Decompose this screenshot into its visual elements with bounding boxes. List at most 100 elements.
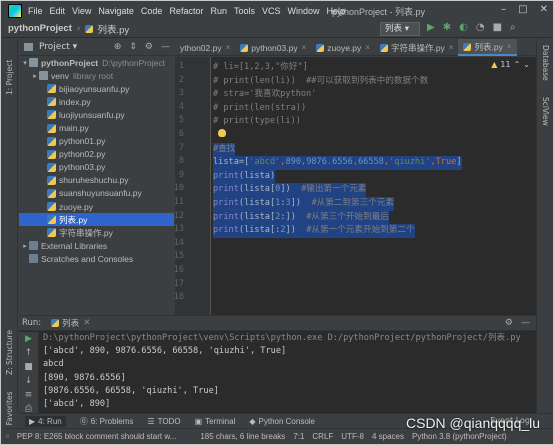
stop-icon[interactable]: ■ bbox=[19, 360, 38, 374]
tool-tab[interactable]: ▶ 4: Run bbox=[25, 415, 66, 427]
code-line[interactable]: print(lista[2:]) #从第三个开始到最后 bbox=[213, 210, 389, 225]
chevron-right-icon[interactable]: ▸ bbox=[31, 72, 39, 80]
code-line[interactable]: # li=[1,2,3,"你好"] bbox=[213, 61, 308, 75]
code-line[interactable]: print(lista) bbox=[213, 169, 276, 184]
close-tab-icon[interactable]: × bbox=[449, 43, 454, 52]
file-encoding[interactable]: UTF-8 bbox=[341, 432, 364, 441]
hide-icon[interactable]: — bbox=[161, 42, 170, 52]
sciview-tool-tab[interactable]: SciView bbox=[541, 97, 550, 126]
menu-edit[interactable]: Edit bbox=[50, 6, 66, 16]
tree-item[interactable]: ▸ External Libraries bbox=[19, 239, 174, 252]
chevron-down-icon[interactable]: ▾ bbox=[21, 59, 29, 67]
editor-tab[interactable]: python03.py × bbox=[235, 39, 311, 56]
code-line[interactable]: # print(len(stra)) bbox=[213, 102, 306, 116]
run-configuration-select[interactable]: 列表 ▾ bbox=[380, 22, 420, 36]
code-line[interactable]: print(lista[0]) #输出第一个元素 bbox=[213, 183, 367, 197]
status-message[interactable]: PEP 8: E265 block comment should start w… bbox=[17, 432, 177, 441]
editor-tab[interactable]: 字符串操作.py × bbox=[375, 39, 459, 56]
menu-file[interactable]: File bbox=[28, 6, 43, 16]
tree-item[interactable]: index.py bbox=[19, 95, 174, 108]
close-tab-icon[interactable]: × bbox=[226, 43, 231, 52]
tree-item[interactable]: bijiaoyunsuanfu.py bbox=[19, 82, 174, 95]
close-button[interactable]: ✕ bbox=[540, 4, 548, 15]
code-line[interactable]: # print(len(li)) ##可以获取到列表中的数据个数 bbox=[213, 75, 428, 89]
project-view-selector[interactable]: Project ▾ bbox=[39, 42, 77, 52]
stop-icon[interactable]: ■ bbox=[493, 22, 502, 33]
breadcrumb-file[interactable]: 列表.py bbox=[97, 22, 129, 36]
debug-icon[interactable]: ✱ bbox=[443, 22, 451, 33]
menu-navigate[interactable]: Navigate bbox=[98, 6, 134, 16]
minimize-button[interactable]: – bbox=[501, 4, 506, 15]
maximize-button[interactable]: □ bbox=[518, 4, 527, 15]
tree-item[interactable]: python01.py bbox=[19, 135, 174, 148]
next-issue-icon[interactable]: ⌄ bbox=[523, 60, 530, 69]
tool-tab[interactable]: ⓪ 6: Problems bbox=[80, 416, 134, 427]
up-arrow-icon[interactable]: ↑ bbox=[19, 346, 38, 360]
menu-code[interactable]: Code bbox=[141, 6, 163, 16]
inspection-widget[interactable]: ▲ 11 ⌃ ⌄ bbox=[491, 60, 530, 69]
menu-tools[interactable]: Tools bbox=[234, 6, 255, 16]
code-line[interactable]: print(lista[1:3]) #从第二到第三个元素 bbox=[213, 197, 394, 211]
menu-run[interactable]: Run bbox=[210, 6, 227, 16]
menu-vcs[interactable]: VCS bbox=[262, 6, 281, 16]
menu-window[interactable]: Window bbox=[288, 6, 320, 16]
code-line[interactable]: # print(type(li)) bbox=[213, 115, 301, 129]
interpreter-selector[interactable]: Python 3.8 (pythonProject) bbox=[412, 432, 507, 441]
hide-icon[interactable]: — bbox=[521, 318, 530, 328]
code-line[interactable]: lista=['abcd',890,9876.6556,66558,'qiuzh… bbox=[213, 156, 462, 170]
settings-gear-icon[interactable]: ⚙ bbox=[505, 318, 513, 328]
tree-item[interactable]: python02.py bbox=[19, 148, 174, 161]
tree-item[interactable]: ▸ venv library root bbox=[19, 69, 174, 82]
tree-item[interactable]: zuoye.py bbox=[19, 200, 174, 213]
soft-wrap-icon[interactable]: ≡ bbox=[19, 388, 38, 402]
structure-tool-tab[interactable]: Z: Structure bbox=[5, 330, 14, 375]
tool-tab[interactable]: ☰ TODO bbox=[147, 417, 180, 426]
tree-item[interactable]: 列表.py bbox=[19, 213, 174, 227]
line-separator[interactable]: CRLF bbox=[312, 432, 333, 441]
editor-tab[interactable]: 列表.py × bbox=[458, 39, 517, 56]
collapse-icon[interactable]: ⇕ bbox=[129, 42, 137, 52]
run-icon[interactable]: ▶ bbox=[427, 22, 435, 33]
menu-refactor[interactable]: Refactor bbox=[169, 6, 203, 16]
code-line[interactable]: print(lista[:2]) #从第一个元素开始到第二个 bbox=[213, 224, 415, 238]
code-line[interactable]: # stra='我喜欢python' bbox=[213, 88, 316, 102]
settings-gear-icon[interactable]: ⚙ bbox=[145, 42, 153, 52]
menu-view[interactable]: View bbox=[72, 6, 91, 16]
python-file-icon bbox=[47, 202, 56, 212]
rerun-icon[interactable]: ▶ bbox=[19, 332, 38, 346]
tree-item[interactable]: Scratches and Consoles bbox=[19, 252, 174, 265]
run-tab[interactable]: 列表 ✕ bbox=[51, 317, 90, 329]
indent-setting[interactable]: 4 spaces bbox=[372, 432, 404, 441]
console-command-line: D:\pythonProject\pythonProject\venv\Scri… bbox=[43, 333, 521, 343]
tool-tab[interactable]: ▣ Terminal bbox=[195, 417, 236, 426]
tree-item[interactable]: ▾ pythonProject D:\pythonProject bbox=[19, 56, 174, 69]
close-tab-icon[interactable]: × bbox=[302, 43, 307, 52]
tree-item[interactable]: main.py bbox=[19, 121, 174, 134]
close-tab-icon[interactable]: × bbox=[507, 42, 512, 51]
coverage-icon[interactable]: ◐ bbox=[459, 22, 468, 33]
tree-item[interactable]: suanshuyunsuanfu.py bbox=[19, 187, 174, 200]
tool-tab[interactable]: ◆ Python Console bbox=[249, 417, 315, 426]
search-icon[interactable]: ⌕ bbox=[510, 22, 516, 33]
editor-tab[interactable]: zuoye.py × bbox=[311, 39, 375, 56]
project-tool-tab[interactable]: 1: Project bbox=[5, 60, 14, 95]
lightbulb-icon[interactable] bbox=[218, 129, 226, 137]
prev-issue-icon[interactable]: ⌃ bbox=[514, 60, 521, 69]
down-arrow-icon[interactable]: ↓ bbox=[19, 374, 38, 388]
tree-item[interactable]: python03.py bbox=[19, 161, 174, 174]
database-tool-tab[interactable]: Database bbox=[541, 45, 550, 81]
code-editor[interactable]: 1 2 3 4 5 6 7 8 9 10 11 12 13 14 15 16 17 18 ▲ 11 ⌃ ⌄ # l… bbox=[174, 57, 536, 315]
close-tab-icon[interactable]: × bbox=[365, 43, 370, 52]
breadcrumb-project[interactable]: pythonProject bbox=[8, 23, 72, 34]
profile-icon[interactable]: ◔ bbox=[476, 22, 485, 33]
caret-position[interactable]: 7:1 bbox=[293, 432, 304, 441]
chevron-right-icon[interactable]: ▸ bbox=[21, 242, 29, 250]
editor-tab[interactable]: ython02.py × bbox=[175, 39, 235, 56]
tree-item[interactable]: shuruheshuchu.py bbox=[19, 174, 174, 187]
tree-item[interactable]: luojiyunsuanfu.py bbox=[19, 108, 174, 121]
code-line[interactable]: #查找 bbox=[213, 142, 236, 157]
locate-icon[interactable]: ⊕ bbox=[114, 42, 122, 52]
console-output[interactable]: D:\pythonProject\pythonProject\venv\Scri… bbox=[43, 332, 532, 411]
close-tab-icon[interactable]: ✕ bbox=[83, 318, 90, 328]
tree-item[interactable]: 字符串操作.py bbox=[19, 226, 174, 239]
